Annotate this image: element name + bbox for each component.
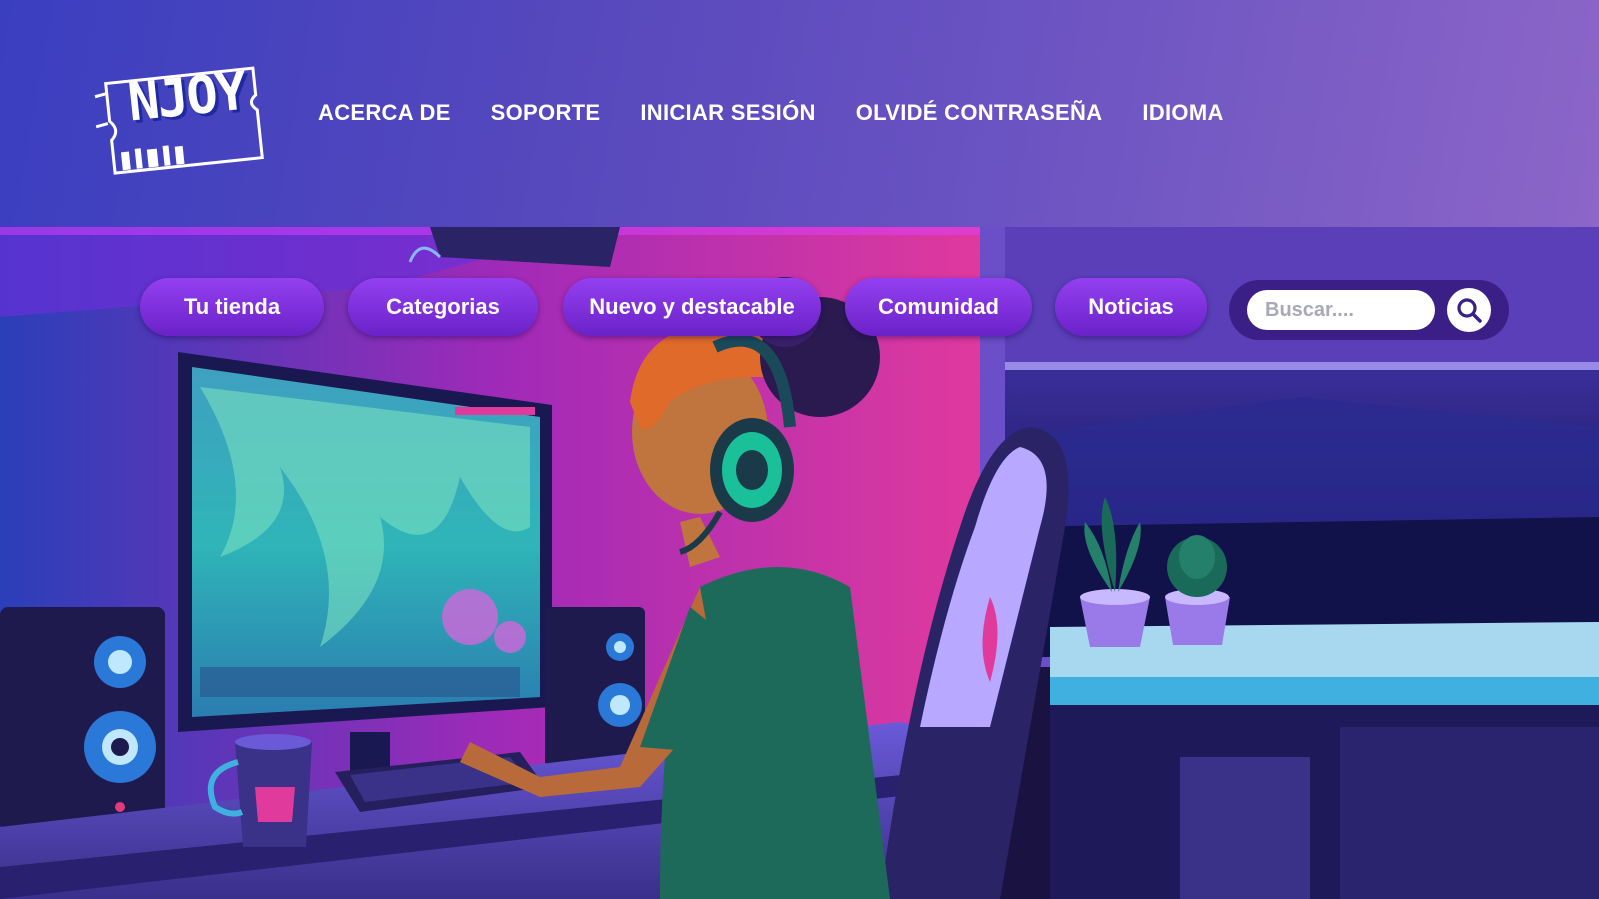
nav-forgot-password[interactable]: OLVIDÉ CONTRASEÑA: [856, 100, 1103, 126]
pill-news[interactable]: Noticias: [1055, 278, 1207, 336]
nav-support[interactable]: SOPORTE: [491, 100, 601, 126]
pill-categories[interactable]: Categorias: [348, 278, 538, 336]
pill-new-featured[interactable]: Nuevo y destacable: [563, 278, 821, 336]
pill-community[interactable]: Comunidad: [845, 278, 1032, 336]
nav-language[interactable]: IDIOMA: [1142, 100, 1223, 126]
search-icon: [1457, 298, 1482, 323]
nav-login[interactable]: INICIAR SESIÓN: [640, 100, 815, 126]
search-input[interactable]: [1247, 290, 1435, 330]
site-header: NJOY ACERCA DE SOPORTE INICIAR SESIÓN OL…: [0, 0, 1599, 227]
logo-text: NJOY: [125, 61, 249, 134]
search-bar: [1229, 280, 1509, 340]
search-button[interactable]: [1447, 288, 1491, 332]
nav-about[interactable]: ACERCA DE: [318, 100, 451, 126]
pill-your-store[interactable]: Tu tienda: [140, 278, 324, 336]
top-nav: ACERCA DE SOPORTE INICIAR SESIÓN OLVIDÉ …: [318, 100, 1224, 126]
njoy-logo[interactable]: NJOY: [88, 58, 273, 184]
